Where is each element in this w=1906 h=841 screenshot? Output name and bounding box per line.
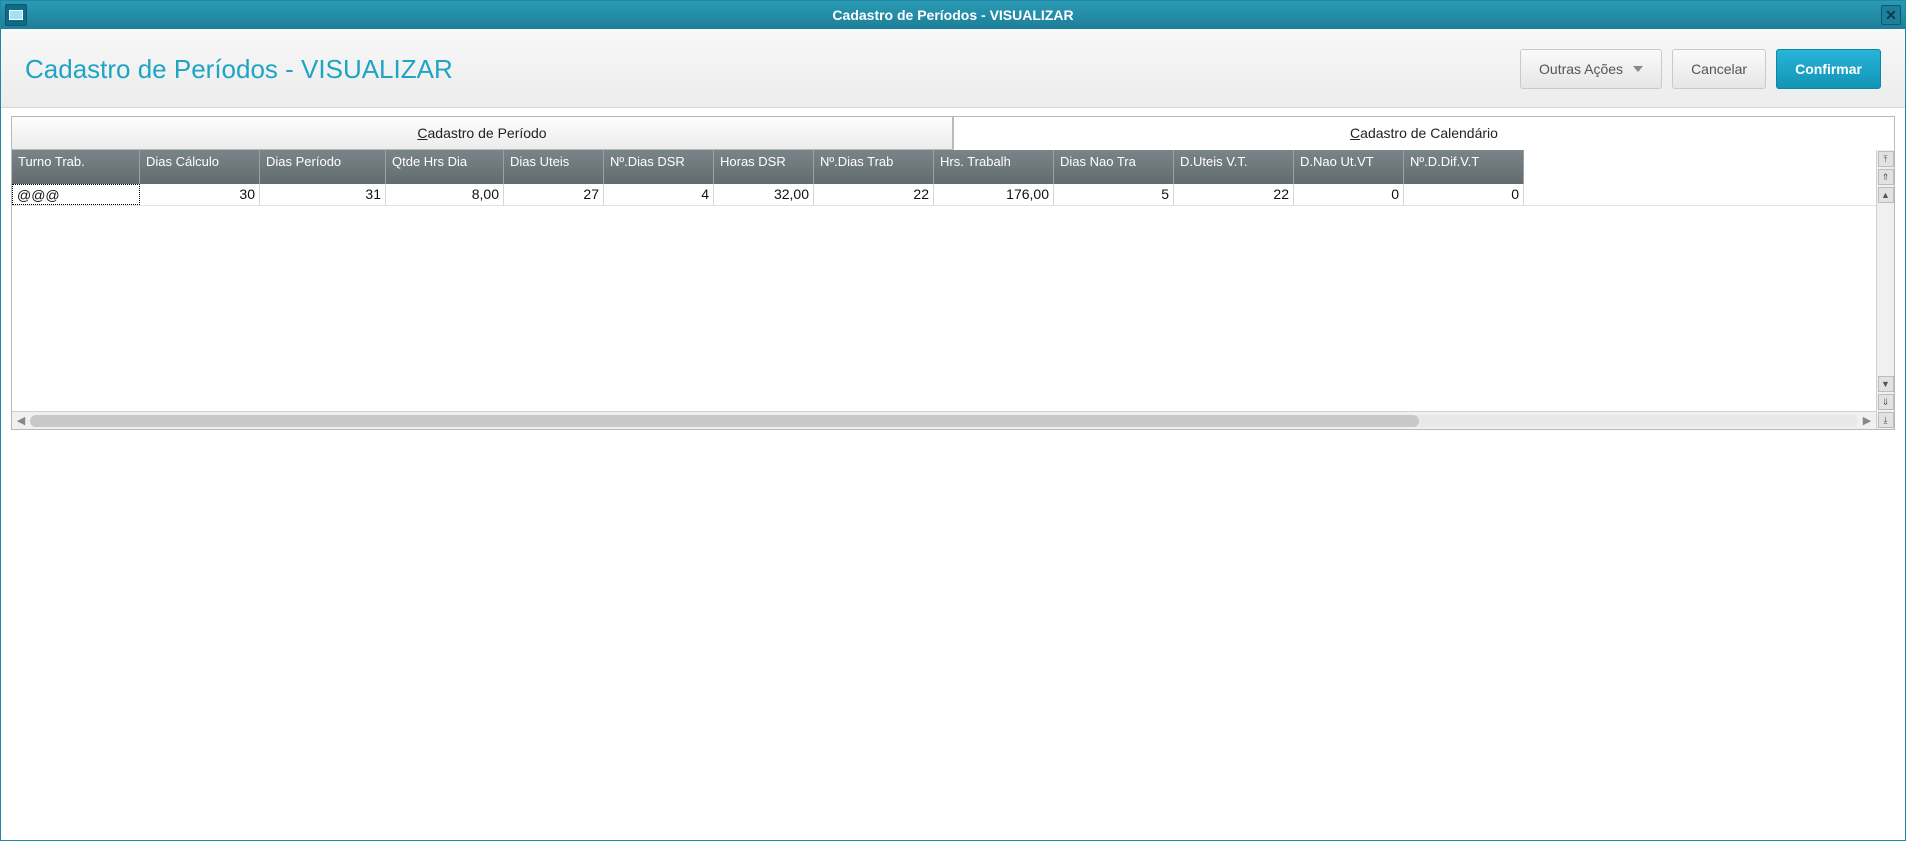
app-icon-glyph: [9, 10, 23, 20]
scroll-down-icon[interactable]: ▼: [1878, 376, 1894, 392]
other-actions-button[interactable]: Outras Ações: [1520, 49, 1662, 89]
cell-dias-nao-tra: 5: [1054, 184, 1174, 205]
col-dias-calculo[interactable]: Dias Cálculo: [140, 150, 260, 184]
content-area: Cadastro de Período Cadastro de Calendár…: [1, 108, 1905, 440]
tab-periodo-rest: adastro de Período: [428, 125, 547, 141]
titlebar: Cadastro de Períodos - VISUALIZAR ✕: [1, 1, 1905, 29]
col-n-d-dif-vt[interactable]: Nº.D.Dif.V.T: [1404, 150, 1524, 184]
tab-cadastro-periodo[interactable]: Cadastro de Período: [11, 116, 953, 150]
col-horas-dsr[interactable]: Horas DSR: [714, 150, 814, 184]
cell-n-dias-trab: 22: [814, 184, 934, 205]
cell-d-nao-ut-vt: 0: [1294, 184, 1404, 205]
tab-bar: Cadastro de Período Cadastro de Calendár…: [11, 116, 1895, 150]
h-scroll-thumb[interactable]: [30, 415, 1419, 427]
grid-body: @@@ 30 31 8,00 27 4 32,00 22 176,00 5 22…: [12, 184, 1876, 411]
scroll-page-down-icon[interactable]: ⇓: [1878, 394, 1894, 410]
col-n-dias-trab[interactable]: Nº.Dias Trab: [814, 150, 934, 184]
table-row[interactable]: @@@ 30 31 8,00 27 4 32,00 22 176,00 5 22…: [12, 184, 1876, 206]
cell-n-dias-dsr: 4: [604, 184, 714, 205]
chevron-down-icon: [1633, 66, 1643, 72]
app-window: Cadastro de Períodos - VISUALIZAR ✕ Cada…: [0, 0, 1906, 841]
tab-calendario-mnemonic: C: [1350, 125, 1360, 141]
confirm-label: Confirmar: [1795, 61, 1862, 77]
app-icon: [5, 4, 27, 26]
close-icon[interactable]: ✕: [1881, 5, 1901, 25]
vertical-scrollbar[interactable]: ⤒ ⇑ ▲ ▼ ⇓ ⤓: [1876, 150, 1894, 429]
tab-calendario-rest: adastro de Calendário: [1360, 125, 1498, 141]
col-dias-uteis[interactable]: Dias Uteis: [504, 150, 604, 184]
cell-horas-dsr: 32,00: [714, 184, 814, 205]
cell-n-d-dif-vt: 0: [1404, 184, 1524, 205]
h-scroll-track[interactable]: [30, 415, 1858, 427]
scroll-page-up-icon[interactable]: ⇑: [1878, 169, 1894, 185]
grid: Turno Trab. Dias Cálculo Dias Período Qt…: [11, 150, 1895, 430]
cell-d-uteis-vt: 22: [1174, 184, 1294, 205]
scroll-right-icon[interactable]: ▶: [1858, 413, 1876, 429]
tab-cadastro-calendario[interactable]: Cadastro de Calendário: [953, 116, 1895, 150]
tab-periodo-mnemonic: C: [417, 125, 427, 141]
col-dias-nao-tra[interactable]: Dias Nao Tra: [1054, 150, 1174, 184]
cancel-button[interactable]: Cancelar: [1672, 49, 1766, 89]
cell-qtde-hrs-dia: 8,00: [386, 184, 504, 205]
action-buttons: Outras Ações Cancelar Confirmar: [1520, 49, 1881, 89]
cancel-label: Cancelar: [1691, 61, 1747, 77]
header-panel: Cadastro de Períodos - VISUALIZAR Outras…: [1, 29, 1905, 108]
col-dias-periodo[interactable]: Dias Período: [260, 150, 386, 184]
col-turno-trab[interactable]: Turno Trab.: [12, 150, 140, 184]
other-actions-label: Outras Ações: [1539, 61, 1623, 77]
cell-hrs-trabalh: 176,00: [934, 184, 1054, 205]
col-d-nao-ut-vt[interactable]: D.Nao Ut.VT: [1294, 150, 1404, 184]
cell-dias-uteis: 27: [504, 184, 604, 205]
horizontal-scrollbar[interactable]: ◀ ▶: [12, 411, 1876, 429]
col-d-uteis-vt[interactable]: D.Uteis V.T.: [1174, 150, 1294, 184]
col-hrs-trabalh[interactable]: Hrs. Trabalh: [934, 150, 1054, 184]
grid-main: Turno Trab. Dias Cálculo Dias Período Qt…: [12, 150, 1876, 429]
grid-header-row: Turno Trab. Dias Cálculo Dias Período Qt…: [12, 150, 1876, 184]
cell-dias-calculo: 30: [140, 184, 260, 205]
confirm-button[interactable]: Confirmar: [1776, 49, 1881, 89]
window-title: Cadastro de Períodos - VISUALIZAR: [832, 7, 1073, 23]
page-title: Cadastro de Períodos - VISUALIZAR: [25, 54, 453, 85]
col-n-dias-dsr[interactable]: Nº.Dias DSR: [604, 150, 714, 184]
col-qtde-hrs-dia[interactable]: Qtde Hrs Dia: [386, 150, 504, 184]
scroll-up-icon[interactable]: ▲: [1878, 187, 1894, 203]
cell-turno-trab[interactable]: @@@: [12, 184, 140, 205]
cell-dias-periodo: 31: [260, 184, 386, 205]
scroll-top-icon[interactable]: ⤒: [1878, 151, 1894, 167]
scroll-bottom-icon[interactable]: ⤓: [1878, 412, 1894, 428]
scroll-left-icon[interactable]: ◀: [12, 413, 30, 429]
